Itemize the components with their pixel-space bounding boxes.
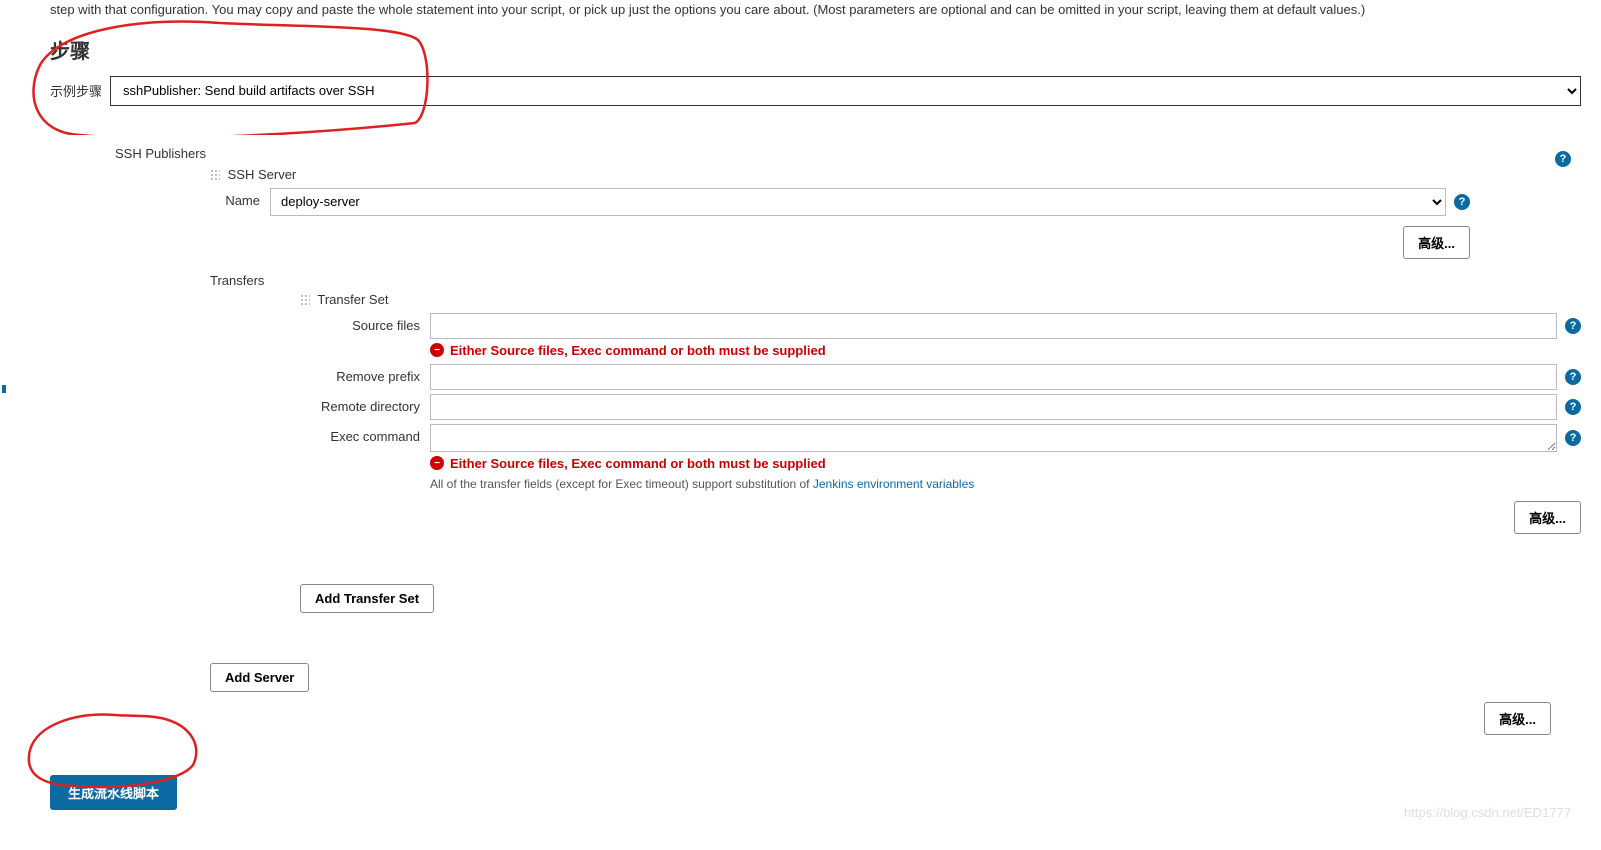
exec-command-error: − Either Source files, Exec command or b… [430,456,1581,471]
help-icon[interactable]: ? [1454,194,1470,210]
watermark: https://blog.csdn.net/ED1777 [1404,805,1571,820]
add-transfer-set-button[interactable]: Add Transfer Set [300,584,434,613]
drag-handle-icon[interactable] [210,169,220,181]
transfer-set-block: Transfer Set Source files ? − Either Sou… [300,292,1581,613]
drag-handle-icon[interactable] [300,294,310,306]
sample-step-label: 示例步骤 [50,81,102,100]
error-text: Either Source files, Exec command or bot… [450,343,826,358]
substitution-help-text: All of the transfer fields (except for E… [430,477,1581,491]
source-files-error: − Either Source files, Exec command or b… [430,343,1581,358]
sample-step-select[interactable]: sshPublisher: Send build artifacts over … [110,76,1581,106]
error-icon: − [430,456,444,470]
exec-command-input[interactable] [430,424,1557,452]
add-server-button[interactable]: Add Server [210,663,309,692]
source-files-row: Source files ? [300,313,1581,339]
exec-command-label: Exec command [300,424,430,444]
intro-text: step with that configuration. You may co… [50,0,1581,20]
help-icon[interactable]: ? [1565,318,1581,334]
help-icon[interactable]: ? [1565,369,1581,385]
sample-step-row: 示例步骤 sshPublisher: Send build artifacts … [50,76,1581,106]
help-icon[interactable]: ? [1565,430,1581,446]
remote-directory-input[interactable] [430,394,1557,420]
server-name-select[interactable]: deploy-server [270,188,1446,216]
advanced-button[interactable]: 高级... [1403,226,1470,259]
name-field-row: Name deploy-server ? [210,188,1581,216]
left-edge-marker [2,385,6,393]
transfers-label: Transfers [210,273,1581,288]
transfers-block: Transfers Transfer Set Source files ? − [210,273,1581,613]
ssh-server-block: SSH Server Name deploy-server ? 高级... Tr… [210,167,1581,692]
ssh-publishers-label: SSH Publishers [115,146,1581,161]
source-files-input[interactable] [430,313,1557,339]
ssh-server-label: SSH Server [210,167,1581,182]
steps-heading: 步骤 [50,35,1581,64]
error-icon: − [430,343,444,357]
advanced-button[interactable]: 高级... [1514,501,1581,534]
remote-directory-label: Remote directory [300,394,430,414]
generate-pipeline-script-button[interactable]: 生成流水线脚本 [50,775,177,810]
remote-directory-row: Remote directory ? [300,394,1581,420]
exec-command-row: Exec command ? [300,424,1581,452]
remove-prefix-label: Remove prefix [300,364,430,384]
advanced-button[interactable]: 高级... [1484,702,1551,735]
source-files-label: Source files [300,313,430,333]
env-vars-link[interactable]: Jenkins environment variables [813,477,974,491]
error-text: Either Source files, Exec command or bot… [450,456,826,471]
remove-prefix-row: Remove prefix ? [300,364,1581,390]
help-icon[interactable]: ? [1565,399,1581,415]
help-icon[interactable]: ? [1555,151,1571,167]
remove-prefix-input[interactable] [430,364,1557,390]
ssh-publishers-section: SSH Publishers SSH Server Name deploy-se… [115,146,1581,692]
name-label: Name [210,188,270,208]
transfer-set-label: Transfer Set [300,292,1581,307]
